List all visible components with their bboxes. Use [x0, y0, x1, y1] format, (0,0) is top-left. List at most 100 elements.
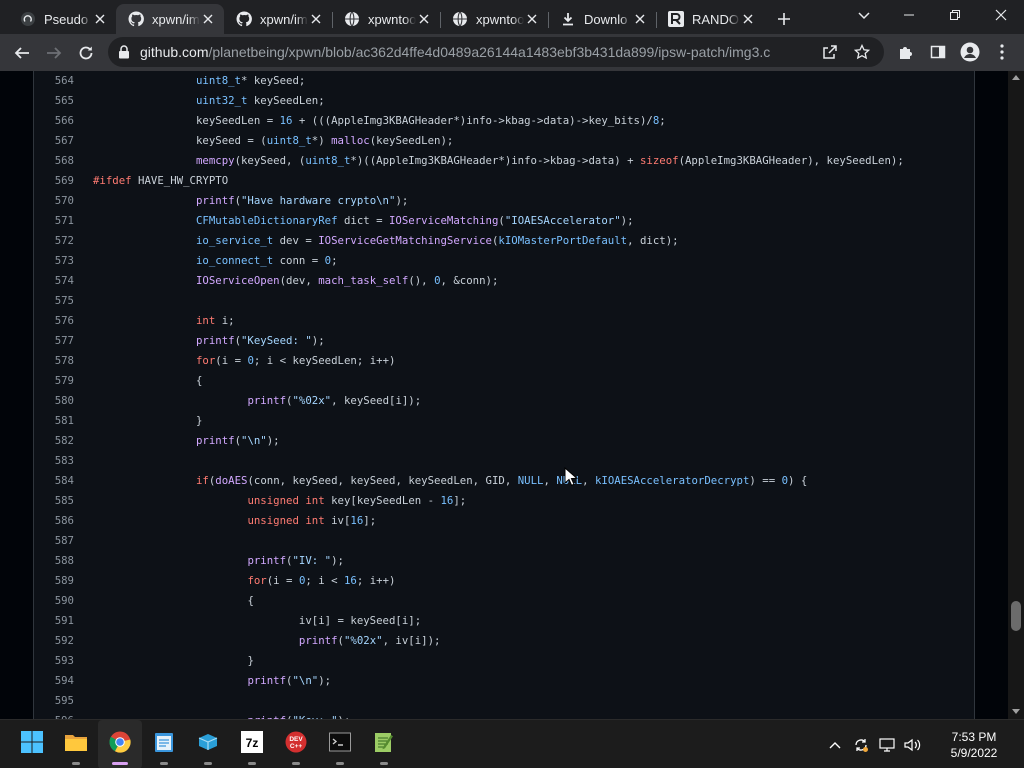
line-number[interactable]: 564 [34, 71, 74, 91]
back-button[interactable] [6, 37, 38, 69]
network-button[interactable] [874, 720, 900, 768]
profile-button[interactable] [954, 36, 986, 68]
line-number[interactable]: 569 [34, 171, 74, 191]
code-token: ; i++) [356, 574, 396, 587]
line-number[interactable]: 580 [34, 391, 74, 411]
tab-6[interactable]: RANDO [656, 4, 764, 34]
svg-text:7z: 7z [246, 736, 259, 750]
line-number[interactable]: 581 [34, 411, 74, 431]
line-number[interactable]: 588 [34, 551, 74, 571]
tab-4[interactable]: xpwntoo [440, 4, 548, 34]
line-number[interactable]: 582 [34, 431, 74, 451]
tab-close-button[interactable] [308, 11, 324, 27]
line-number[interactable]: 584 [34, 471, 74, 491]
code-token: *) [311, 134, 332, 147]
scrollbar-thumb[interactable] [1011, 601, 1021, 631]
side-panel-icon [930, 45, 946, 59]
line-number[interactable]: 567 [34, 131, 74, 151]
line-number[interactable]: 585 [34, 491, 74, 511]
tab-close-button[interactable] [92, 11, 108, 27]
tab-0[interactable]: Pseudo [8, 4, 116, 34]
tab-close-button[interactable] [632, 11, 648, 27]
tab-5[interactable]: Downlo [548, 4, 656, 34]
tray-overflow-button[interactable] [822, 720, 848, 768]
code-token: , &conn); [440, 274, 499, 287]
lock-icon[interactable] [118, 45, 130, 59]
notepad-button[interactable] [142, 720, 186, 768]
bookmark-button[interactable] [846, 36, 878, 68]
line-number[interactable]: 565 [34, 91, 74, 111]
code-token: int [195, 314, 216, 327]
tab-close-button[interactable] [200, 11, 216, 27]
reload-button[interactable] [70, 37, 102, 69]
code-line: 577 printf("KeySeed: "); [34, 331, 974, 351]
line-number[interactable]: 568 [34, 151, 74, 171]
line-number[interactable]: 593 [34, 651, 74, 671]
line-number[interactable]: 574 [34, 271, 74, 291]
line-number[interactable]: 596 [34, 711, 74, 719]
code-token: ; i < keySeedLen; i++) [253, 354, 396, 367]
line-code: unsigned int key[keySeedLen - 16]; [74, 491, 466, 511]
tab-close-button[interactable] [740, 11, 756, 27]
line-code: printf("%02x", keySeed[i]); [74, 391, 421, 411]
notepadpp-button[interactable] [362, 720, 406, 768]
line-number[interactable]: 575 [34, 291, 74, 311]
line-number[interactable]: 579 [34, 371, 74, 391]
code-token: printf [247, 554, 287, 567]
clock[interactable]: 7:53 PM 5/9/2022 [932, 729, 1016, 761]
close-window-button[interactable] [978, 0, 1024, 30]
line-number[interactable]: 595 [34, 691, 74, 711]
url-text[interactable]: github.com/planetbeing/xpwn/blob/ac362d4… [140, 44, 830, 60]
code-token: iv[i] = keySeed[i]; [298, 614, 422, 627]
tab-1[interactable]: xpwn/im [116, 4, 224, 34]
line-number[interactable]: 578 [34, 351, 74, 371]
show-desktop-button[interactable] [1016, 720, 1024, 768]
file-explorer-button[interactable] [54, 720, 98, 768]
line-number[interactable]: 566 [34, 111, 74, 131]
line-number[interactable]: 570 [34, 191, 74, 211]
page-scrollbar[interactable] [1008, 71, 1024, 719]
tab-search-button[interactable] [850, 4, 878, 28]
code-token: unsigned [247, 494, 299, 507]
sync-button[interactable] [848, 720, 874, 768]
line-code: iv[i] = keySeed[i]; [74, 611, 421, 631]
address-bar[interactable]: github.com/planetbeing/xpwn/blob/ac362d4… [108, 37, 884, 67]
line-number[interactable]: 573 [34, 251, 74, 271]
line-number[interactable]: 587 [34, 531, 74, 551]
arrow-right-icon [47, 46, 62, 59]
new-tab-button[interactable] [768, 4, 800, 34]
line-number[interactable]: 591 [34, 611, 74, 631]
share-button[interactable] [814, 36, 846, 68]
tab-close-button[interactable] [524, 11, 540, 27]
line-number[interactable]: 576 [34, 311, 74, 331]
menu-button[interactable] [986, 36, 1018, 68]
chrome-button[interactable] [98, 720, 142, 768]
extensions-button[interactable] [890, 36, 922, 68]
devcpp-button[interactable]: DEV C++ [274, 720, 318, 768]
line-code: printf("\n"); [74, 671, 331, 691]
scroll-up-icon[interactable] [1012, 75, 1020, 80]
restore-button[interactable] [932, 0, 978, 30]
terminal-button[interactable] [318, 720, 362, 768]
app-button[interactable] [186, 720, 230, 768]
forward-button[interactable] [38, 37, 70, 69]
line-number[interactable]: 572 [34, 231, 74, 251]
tab-2[interactable]: xpwn/im [224, 4, 332, 34]
line-number[interactable]: 590 [34, 591, 74, 611]
volume-button[interactable] [900, 720, 926, 768]
line-number[interactable]: 583 [34, 451, 74, 471]
line-number[interactable]: 571 [34, 211, 74, 231]
line-number[interactable]: 577 [34, 331, 74, 351]
line-number[interactable]: 592 [34, 631, 74, 651]
code-token: dict = [337, 214, 389, 227]
minimize-button[interactable] [886, 0, 932, 30]
line-number[interactable]: 589 [34, 571, 74, 591]
start-button[interactable] [10, 720, 54, 768]
tab-close-button[interactable] [416, 11, 432, 27]
line-number[interactable]: 586 [34, 511, 74, 531]
side-panel-button[interactable] [922, 36, 954, 68]
line-number[interactable]: 594 [34, 671, 74, 691]
scroll-down-icon[interactable] [1012, 709, 1020, 714]
7zip-button[interactable]: 7z [230, 720, 274, 768]
tab-3[interactable]: xpwntoo [332, 4, 440, 34]
